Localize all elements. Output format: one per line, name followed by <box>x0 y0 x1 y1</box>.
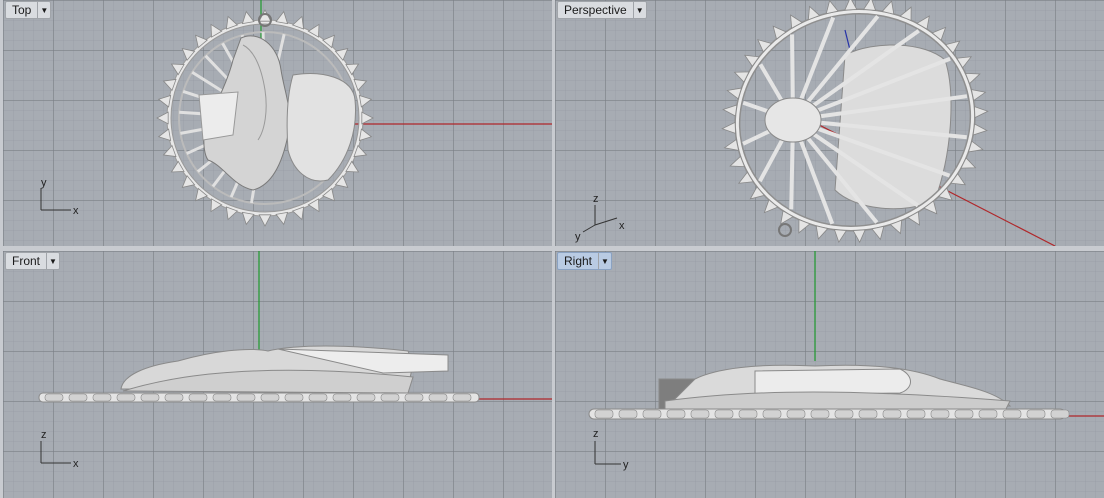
pendant-model <box>588 364 1070 420</box>
axis-gizmo <box>582 205 618 233</box>
axis-gizmo <box>594 441 621 465</box>
perspective-scene: x y z <box>575 0 1056 246</box>
viewport-top[interactable]: Top ▼ x y <box>3 0 552 246</box>
viewport-tab-front[interactable]: Front ▼ <box>5 252 61 270</box>
pendant-model <box>156 9 374 227</box>
viewport-label: Right <box>564 254 593 268</box>
top-scene: x y <box>40 0 552 227</box>
viewport-tab-top[interactable]: Top ▼ <box>5 1 52 19</box>
right-scene: y z <box>588 251 1104 471</box>
axis-label-z: z <box>593 428 599 440</box>
viewport-label: Front <box>12 254 41 268</box>
dropdown-arrow-icon[interactable]: ▼ <box>46 253 59 269</box>
axis-gizmo <box>40 188 71 211</box>
viewport-label: Perspective <box>564 3 627 17</box>
dropdown-arrow-icon[interactable]: ▼ <box>598 253 611 269</box>
axis-label-y: y <box>575 231 581 243</box>
axis-label-z: z <box>593 193 599 205</box>
viewport-front[interactable]: Front ▼ x z <box>3 251 552 498</box>
axis-label-x: x <box>73 458 79 470</box>
axis-label-x: x <box>73 205 79 217</box>
viewport-right[interactable]: Right ▼ y z <box>555 251 1104 498</box>
axis-label-y: y <box>41 177 47 189</box>
dropdown-arrow-icon[interactable]: ▼ <box>632 2 646 18</box>
viewport-tab-right[interactable]: Right ▼ <box>557 252 613 270</box>
pendant-model <box>38 345 480 403</box>
front-scene: x z <box>38 251 552 470</box>
viewport-tab-perspective[interactable]: Perspective ▼ <box>557 1 647 19</box>
axis-label-x: x <box>619 220 625 232</box>
axis-label-y: y <box>623 459 629 471</box>
axis-gizmo <box>40 441 71 464</box>
pendant-model <box>721 0 989 244</box>
viewport-label: Top <box>12 3 32 17</box>
dropdown-arrow-icon[interactable]: ▼ <box>37 2 50 18</box>
viewport-perspective[interactable]: Perspective ▼ x y z <box>555 0 1104 246</box>
axis-label-z: z <box>41 429 47 441</box>
